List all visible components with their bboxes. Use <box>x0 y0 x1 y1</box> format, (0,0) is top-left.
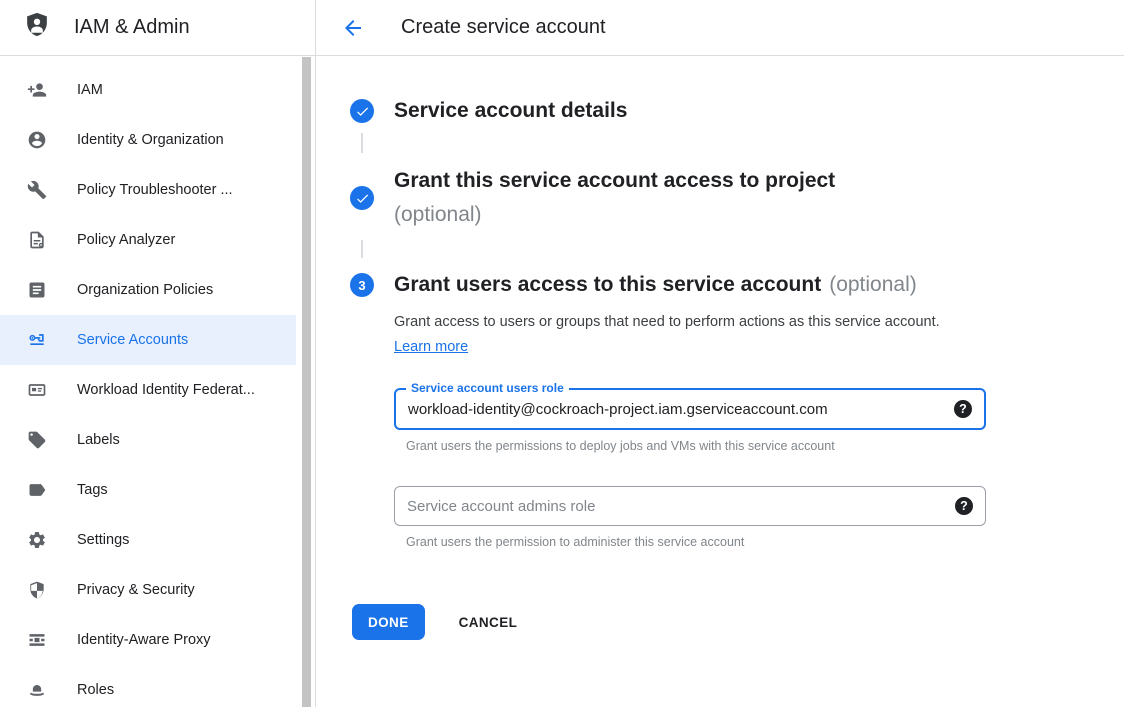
step-1-title: Service account details <box>394 99 627 123</box>
roles-hat-icon <box>27 680 47 700</box>
sidebar-item-label: Policy Troubleshooter ... <box>77 182 233 198</box>
step-3-title: Grant users access to this service accou… <box>394 268 917 302</box>
step-3-header[interactable]: 3 Grant users access to this service acc… <box>350 268 917 302</box>
sidebar-item-label: Settings <box>77 532 129 548</box>
service-account-users-role-field: Service account users role ? <box>394 388 986 430</box>
step-1-header[interactable]: Service account details <box>350 99 627 123</box>
proxy-icon <box>27 630 47 650</box>
wizard-actions: DONE CANCEL <box>352 604 517 640</box>
product-title: IAM & Admin <box>74 16 190 39</box>
step-connector <box>361 133 363 153</box>
help-icon[interactable]: ? <box>954 400 972 418</box>
sidebar-item-label: Labels <box>77 432 120 448</box>
step-2-complete-icon <box>350 186 374 210</box>
document-icon <box>27 280 47 300</box>
sidebar-item-label: Privacy & Security <box>77 582 195 598</box>
admins-role-input[interactable] <box>395 487 985 525</box>
step-connector <box>361 240 363 258</box>
step-1-complete-icon <box>350 99 374 123</box>
gear-icon <box>27 530 47 550</box>
sidebar-item-iam[interactable]: IAM <box>0 65 296 115</box>
sidebar-item-label: Tags <box>77 482 108 498</box>
done-button[interactable]: DONE <box>352 604 425 640</box>
sidebar-item-label: Identity & Organization <box>77 132 224 148</box>
app-window: IAM & Admin Create service account IAM I… <box>0 0 1124 707</box>
admins-role-helper-text: Grant users the permission to administer… <box>406 535 744 549</box>
sidebar-item-policy-troubleshooter[interactable]: Policy Troubleshooter ... <box>0 165 296 215</box>
identity-icon <box>27 130 47 150</box>
card-icon <box>27 380 47 400</box>
sidebar-item-identity-aware-proxy[interactable]: Identity-Aware Proxy <box>0 615 296 665</box>
step-2-title: Grant this service account access to pro… <box>394 164 835 232</box>
shield-icon <box>27 580 47 600</box>
sidebar-scrollbar[interactable] <box>302 57 311 707</box>
top-bar: IAM & Admin Create service account <box>0 0 1124 56</box>
sidebar-item-privacy-security[interactable]: Privacy & Security <box>0 565 296 615</box>
tag-arrow-icon <box>27 480 47 500</box>
step-3-description: Grant access to users or groups that nee… <box>394 310 960 360</box>
sidebar-item-label: Policy Analyzer <box>77 232 175 248</box>
users-role-floating-label: Service account users role <box>406 381 569 395</box>
label-tag-icon <box>27 430 47 450</box>
cancel-button[interactable]: CANCEL <box>459 615 518 630</box>
step-2-title-text: Grant this service account access to pro… <box>394 169 835 192</box>
sidebar-item-service-accounts[interactable]: Service Accounts <box>0 315 296 365</box>
sidebar-item-organization-policies[interactable]: Organization Policies <box>0 265 296 315</box>
brand: IAM & Admin <box>0 10 316 45</box>
step-3-title-text: Grant users access to this service accou… <box>394 273 821 296</box>
main-content: Service account details Grant this servi… <box>316 57 1124 707</box>
sidebar-item-label: Organization Policies <box>77 282 213 298</box>
sidebar-item-policy-analyzer[interactable]: Policy Analyzer <box>0 215 296 265</box>
sidebar-item-workload-identity-federation[interactable]: Workload Identity Federat... <box>0 365 296 415</box>
users-role-input[interactable] <box>396 390 984 428</box>
iam-shield-logo-icon <box>22 10 52 45</box>
sidebar-item-label: Roles <box>77 682 114 698</box>
sidebar-item-labels[interactable]: Labels <box>0 415 296 465</box>
step-3-number-badge: 3 <box>350 273 374 297</box>
person-add-icon <box>27 80 47 100</box>
help-icon[interactable]: ? <box>955 497 973 515</box>
page-title: Create service account <box>401 16 606 39</box>
sidebar-item-roles[interactable]: Roles <box>0 665 296 707</box>
service-account-key-icon <box>27 330 47 350</box>
sidebar-divider <box>315 0 316 707</box>
users-role-helper-text: Grant users the permissions to deploy jo… <box>406 439 835 453</box>
sidebar-nav: IAM Identity & Organization Policy Troub… <box>0 57 315 707</box>
policy-analyzer-icon <box>27 230 47 250</box>
sidebar-item-label: Service Accounts <box>77 332 188 348</box>
step-2-header[interactable]: Grant this service account access to pro… <box>350 164 835 232</box>
sidebar-item-label: Workload Identity Federat... <box>77 382 255 398</box>
sidebar: IAM Identity & Organization Policy Troub… <box>0 57 315 707</box>
step-2-optional-label: (optional) <box>394 198 835 232</box>
step-3-optional-label: (optional) <box>829 273 917 296</box>
sidebar-item-identity-organization[interactable]: Identity & Organization <box>0 115 296 165</box>
sidebar-item-settings[interactable]: Settings <box>0 515 296 565</box>
service-account-admins-role-field: ? <box>394 486 986 526</box>
back-arrow-icon[interactable] <box>341 16 365 40</box>
sidebar-item-label: IAM <box>77 82 103 98</box>
step-3-description-text: Grant access to users or groups that nee… <box>394 314 940 330</box>
sidebar-item-label: Identity-Aware Proxy <box>77 632 211 648</box>
learn-more-link[interactable]: Learn more <box>394 339 468 355</box>
wrench-icon <box>27 180 47 200</box>
sidebar-item-tags[interactable]: Tags <box>0 465 296 515</box>
step-3-number: 3 <box>358 278 365 293</box>
